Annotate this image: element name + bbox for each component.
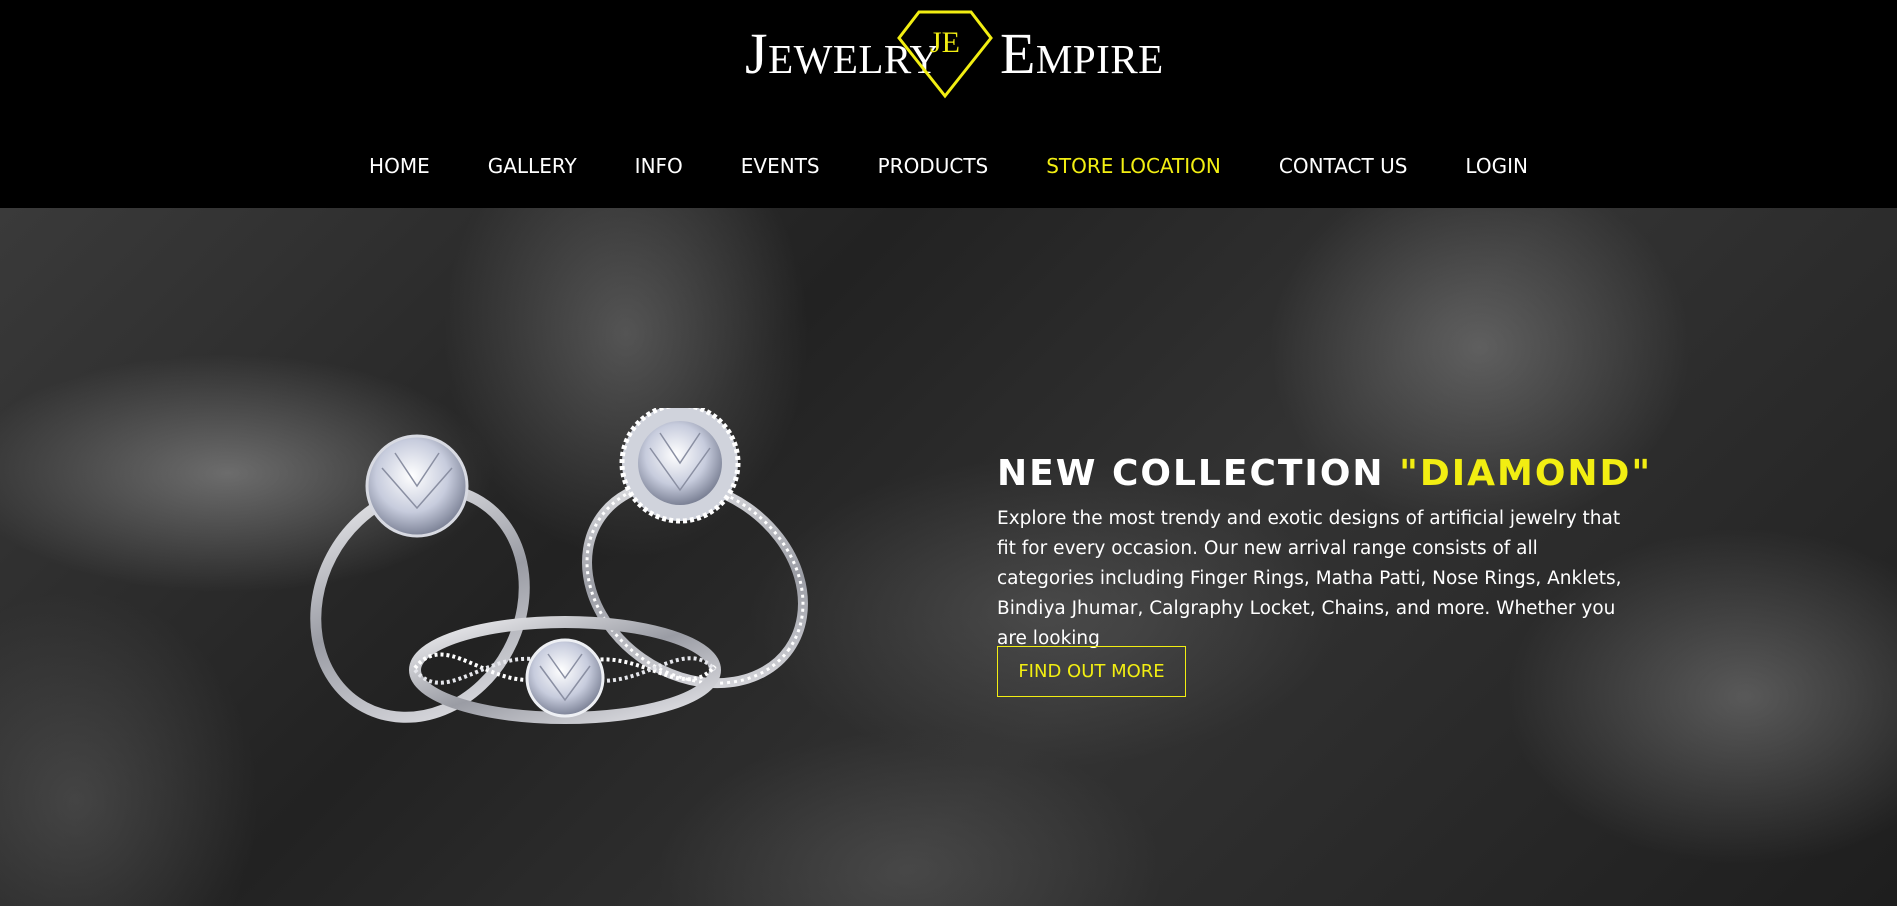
main-nav: HOME GALLERY INFO EVENTS PRODUCTS STORE … (0, 146, 1897, 186)
diamond-rings-image (310, 408, 808, 724)
hero-banner: NEW COLLECTION "DIAMOND" Explore the mos… (0, 208, 1897, 906)
nav-item-home[interactable]: HOME (369, 146, 430, 186)
nav-item-contact-us[interactable]: CONTACT US (1279, 146, 1408, 186)
hero-headline-accent: "DIAMOND" (1399, 453, 1653, 494)
nav-item-events[interactable]: EVENTS (741, 146, 820, 186)
nav-item-gallery[interactable]: GALLERY (488, 146, 577, 186)
nav-item-info[interactable]: INFO (635, 146, 683, 186)
nav-item-login[interactable]: LOGIN (1465, 146, 1528, 186)
brand-word-right: Empire (1000, 21, 1164, 86)
hero-description: Explore the most trendy and exotic desig… (997, 508, 1622, 649)
nav-item-products[interactable]: PRODUCTS (878, 146, 989, 186)
hero-headline-prefix: NEW COLLECTION (997, 453, 1400, 494)
hero-headline: NEW COLLECTION "DIAMOND" (997, 453, 1652, 494)
brand-logo[interactable]: Jewelry JE Empire (745, 6, 1163, 106)
site-header: Jewelry JE Empire HOME GALLERY INFO EVEN… (0, 0, 1897, 208)
diamond-logo-icon: JE (897, 10, 993, 99)
brand-monogram: JE (930, 26, 960, 59)
nav-item-store-location[interactable]: STORE LOCATION (1046, 146, 1221, 186)
find-out-more-button[interactable]: FIND OUT MORE (997, 646, 1186, 697)
